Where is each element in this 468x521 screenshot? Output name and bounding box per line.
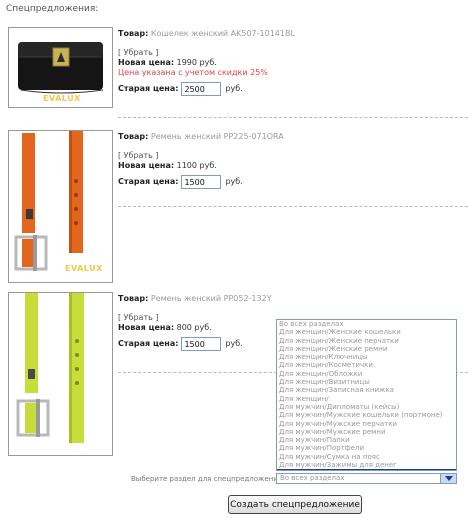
create-offer-button[interactable]: Создать спецпредложение: [228, 495, 362, 514]
offer-divider: [118, 117, 468, 118]
section-options: Во всех разделах Для женщин/Женские кошел…: [277, 320, 456, 470]
new-price-value: 1100 руб.: [176, 161, 217, 170]
offer-item: EVALUX Товар: Кошелек женский AK507-1014…: [0, 27, 468, 112]
offer-info: Товар: Ремень женский PP225-071ORA [ Убр…: [118, 132, 284, 189]
currency-label: руб.: [225, 339, 243, 348]
section-option[interactable]: Для женщин/Ключницы: [277, 353, 456, 361]
product-thumbnail: [8, 292, 113, 456]
offer-info: Товар: Ремень женский PP052-132Y [ Убрат…: [118, 294, 272, 351]
new-price-label: Новая цена:: [118, 161, 175, 170]
product-thumbnail: EVALUX: [8, 27, 113, 108]
remove-link[interactable]: [ Убрать ]: [118, 313, 159, 323]
discount-note: Цена указана с учетом скидки 25%: [118, 68, 268, 77]
old-price-input[interactable]: [181, 82, 222, 96]
section-option[interactable]: Для мужчин/: [277, 469, 456, 470]
section-option[interactable]: Для женщин/Косметички: [277, 361, 456, 369]
old-price-label: Старая цена:: [118, 339, 179, 348]
section-option[interactable]: Для мужчин/Сумка на пояс: [277, 453, 456, 461]
product-thumbnail: EVALUX: [8, 130, 113, 283]
section-select-value: Во всех разделах: [280, 474, 345, 482]
offer-divider: [118, 206, 468, 207]
dropdown-arrow-icon: [444, 476, 453, 481]
section-option[interactable]: Для женщин/Записная книжка: [277, 386, 456, 394]
product-label: Товар:: [118, 294, 149, 303]
section-option[interactable]: Для мужчин/Мужские кошельки (портмоне): [277, 411, 456, 419]
brand-logo: EVALUX: [43, 94, 81, 103]
new-price-value: 800 руб.: [176, 323, 212, 332]
product-name: Ремень женский PP052-132Y: [150, 294, 272, 303]
dropdown-button[interactable]: [440, 474, 456, 483]
belt-image: [14, 131, 83, 271]
section-select-label: Выберите раздел для спецпредложения:: [131, 475, 285, 483]
new-price-value: 1990 руб.: [176, 58, 217, 67]
new-price-label: Новая цена:: [118, 58, 175, 67]
brand-logo: EVALUX: [65, 264, 103, 273]
remove-link[interactable]: [ Убрать ]: [118, 151, 159, 161]
section-option[interactable]: Для мужчин/Портфели: [277, 444, 456, 452]
section-option[interactable]: Для мужчин/Дипломаты (кейсы): [277, 403, 456, 411]
section-select[interactable]: Во всех разделах: [276, 473, 457, 484]
section-option[interactable]: Для мужчин/Зажимы для денег: [277, 461, 456, 469]
section-dropdown-list[interactable]: Во всех разделах Для женщин/Женские кошел…: [276, 319, 457, 471]
section-option[interactable]: Для женщин/Женские ремни: [277, 345, 456, 353]
old-price-label: Старая цена:: [118, 177, 179, 186]
section-option[interactable]: Для мужчин/Мужские ремни: [277, 428, 456, 436]
product-name: Кошелек женский AK507-10141BL: [150, 29, 295, 38]
section-option[interactable]: Для женщин/Визитницы: [277, 378, 456, 386]
section-option[interactable]: Для мужчин/Мужские перчатки: [277, 420, 456, 428]
old-price-label: Старая цена:: [118, 84, 179, 93]
new-price-label: Новая цена:: [118, 323, 175, 332]
remove-link[interactable]: [ Убрать ]: [118, 48, 159, 58]
offer-item: EVALUX Товар: Ремень женский PP225-071OR…: [0, 130, 468, 285]
offer-info: Товар: Кошелек женский AK507-10141BL [ У…: [118, 29, 295, 96]
section-option[interactable]: Для мужчин/Папки: [277, 436, 456, 444]
product-label: Товар:: [118, 29, 149, 38]
section-option[interactable]: Во всех разделах: [277, 320, 456, 328]
page-title: Спецпредложения:: [6, 4, 99, 14]
section-option[interactable]: Для женщин/Обложки: [277, 370, 456, 378]
product-label: Товар:: [118, 132, 149, 141]
belt-image: [16, 293, 84, 443]
old-price-input[interactable]: [181, 337, 222, 351]
currency-label: руб.: [225, 177, 243, 186]
section-option[interactable]: Для женщин/Женские кошельки: [277, 328, 456, 336]
section-option[interactable]: Для женщин/: [277, 395, 456, 403]
section-option[interactable]: Для женщин/Женские перчатки: [277, 337, 456, 345]
product-name: Ремень женский PP225-071ORA: [150, 132, 284, 141]
old-price-input[interactable]: [181, 175, 222, 189]
currency-label: руб.: [225, 84, 243, 93]
